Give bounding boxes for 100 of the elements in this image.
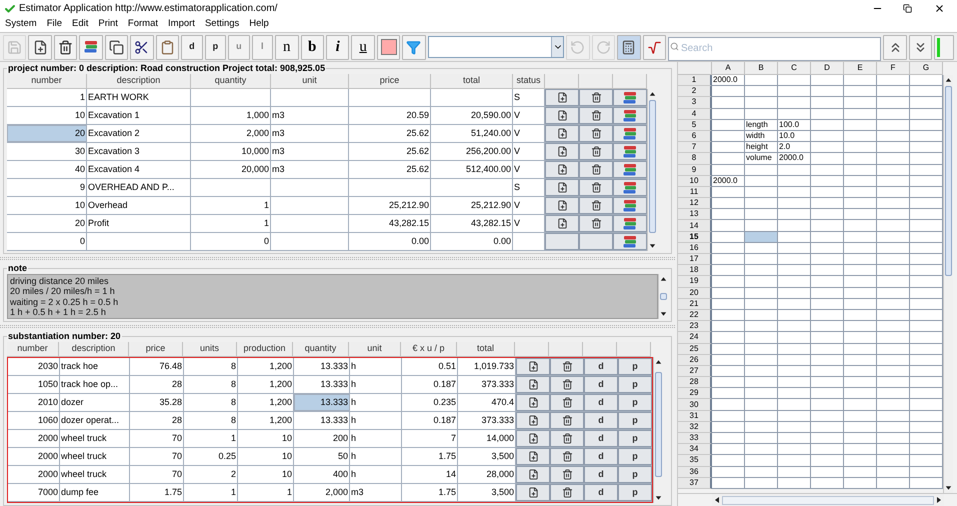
row-header[interactable]: 4 [678,108,712,120]
books-button[interactable] [79,34,103,60]
note-field[interactable]: driving distance 20 miles 20 miles / 20 miles/h = 1 h waiting = 2 x 0.25 h = 0.5 h 1 h + 0.5 h + 1 h = 2.5 h [7,274,658,319]
action-button[interactable]: p [618,412,652,429]
column-header[interactable]: price [349,74,431,89]
scrollbar[interactable] [658,274,668,319]
books-button[interactable] [613,233,647,250]
row-header[interactable]: 5 [678,120,712,131]
new-row-button[interactable] [545,215,579,232]
new-row-button[interactable] [516,394,550,411]
action-button[interactable]: p [618,358,652,375]
delete-button[interactable] [550,484,584,501]
menu-item[interactable]: System [5,17,37,32]
text-style-button[interactable]: b [300,34,324,60]
delete-button[interactable] [579,107,613,124]
column-header[interactable]: price [129,342,183,357]
action-button[interactable]: p [618,484,652,501]
delete-button[interactable] [550,430,584,447]
column-header[interactable]: quantity [293,342,349,357]
action-button[interactable]: p [618,466,652,483]
row-header[interactable]: 24 [678,332,712,344]
books-button[interactable] [613,143,647,160]
scrollbar[interactable] [647,89,657,251]
column-header[interactable]: number [7,74,87,89]
action-button[interactable]: d [584,358,618,375]
delete-button[interactable] [579,125,613,142]
delete-button[interactable] [579,143,613,160]
column-header[interactable]: unit [271,74,349,89]
new-row-button[interactable] [545,179,579,196]
new-row-button[interactable] [545,197,579,214]
menu-item[interactable]: Edit [72,17,88,32]
column-header[interactable]: B [745,62,778,75]
delete-button[interactable] [54,34,78,60]
column-header[interactable]: total [457,342,515,357]
cut-button[interactable] [130,34,154,60]
row-header[interactable]: 27 [678,366,712,378]
column-header[interactable]: description [59,342,129,357]
row-header[interactable]: 35 [678,455,712,467]
row-header[interactable]: 37 [678,478,712,489]
menu-item[interactable]: Print [98,17,118,32]
column-header[interactable]: C [778,62,811,75]
column-header[interactable]: unit [349,342,401,357]
row-header[interactable]: 31 [678,410,712,422]
text-style-button[interactable]: u [351,34,375,60]
paste-button[interactable] [156,34,180,60]
row-header[interactable]: 14 [678,220,712,232]
delete-button[interactable] [579,89,613,106]
letter-button[interactable]: p [204,34,226,60]
delete-button[interactable] [550,358,584,375]
new-row-button[interactable] [516,376,550,393]
scroll-down-button[interactable] [908,34,932,60]
row-header[interactable]: 19 [678,276,712,288]
row-header[interactable]: 11 [678,186,712,198]
new-document-button[interactable] [28,34,52,60]
delete-button[interactable] [550,448,584,465]
new-row-button[interactable] [545,107,579,124]
row-header[interactable]: 16 [678,242,712,254]
books-button[interactable] [613,89,647,106]
books-button[interactable] [613,107,647,124]
color-button[interactable] [376,34,400,60]
action-button[interactable]: p [618,448,652,465]
column-header[interactable]: A [712,62,745,75]
action-button[interactable]: d [584,430,618,447]
column-header[interactable]: E [844,62,877,75]
text-style-button[interactable]: i [326,34,350,60]
square-root-button[interactable] [642,34,666,60]
menu-item[interactable]: Import [168,17,195,32]
column-header[interactable]: units [183,342,237,357]
row-header[interactable]: 34 [678,444,712,456]
delete-button[interactable] [550,376,584,393]
menu-item[interactable]: Help [249,17,269,32]
new-row-button[interactable] [516,484,550,501]
row-header[interactable]: 28 [678,377,712,388]
new-row-button[interactable] [516,448,550,465]
new-row-button[interactable] [545,161,579,178]
column-header[interactable]: production [237,342,293,357]
row-header[interactable]: 6 [678,130,712,142]
new-row-button[interactable] [545,125,579,142]
action-button[interactable]: p [618,430,652,447]
row-header[interactable]: 2 [678,86,712,98]
delete-button[interactable] [579,215,613,232]
action-button[interactable]: d [584,376,618,393]
close-icon[interactable] [934,3,945,14]
dropdown-field[interactable] [428,36,564,58]
filter-button[interactable] [402,34,426,60]
text-style-button[interactable]: n [275,34,298,60]
menu-item[interactable]: File [46,17,62,32]
row-header[interactable]: 22 [678,310,712,322]
books-button[interactable] [613,197,647,214]
scrollbar-thumb[interactable] [649,100,656,233]
row-header[interactable]: 3 [678,97,712,109]
column-header[interactable]: description [87,74,191,89]
new-row-button[interactable] [516,466,550,483]
new-row-button[interactable] [516,358,550,375]
books-button[interactable] [613,125,647,142]
books-button[interactable] [613,215,647,232]
delete-button[interactable] [579,161,613,178]
search-field[interactable]: Search [668,36,882,60]
row-header[interactable]: 8 [678,153,712,164]
new-row-button[interactable] [545,89,579,106]
